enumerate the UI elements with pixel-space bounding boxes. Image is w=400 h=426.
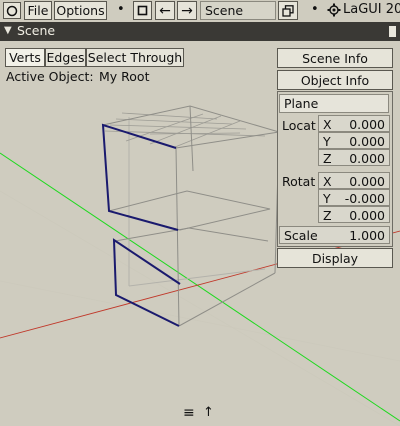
location-label: Locat (282, 118, 316, 133)
forward-arrow-icon[interactable]: → (177, 1, 197, 20)
scale-field[interactable]: Scale 1.000 (279, 226, 390, 244)
tab-verts[interactable]: Verts (5, 48, 45, 67)
rotation-x-field[interactable]: X 0.000 (318, 172, 390, 189)
collapse-triangle-icon[interactable]: ▼ (4, 25, 12, 36)
back-arrow-icon[interactable]: ← (155, 1, 175, 20)
mesh-back-edges (128, 117, 266, 287)
location-y-field[interactable]: Y 0.000 (318, 132, 390, 149)
options-menu-button[interactable]: Options (54, 1, 107, 20)
power-icon[interactable] (3, 2, 21, 19)
toolbar-separator-dot-2: • (311, 2, 319, 17)
app-title: LaGUI 2022 (343, 2, 400, 17)
rotation-label: Rotat (282, 174, 316, 189)
stop-icon[interactable] (133, 1, 152, 20)
location-x-field[interactable]: X 0.000 (318, 115, 390, 132)
scene-panel-header: ▼ Scene (0, 22, 400, 41)
file-menu-button[interactable]: File (24, 1, 52, 20)
location-z-field[interactable]: Z 0.000 (318, 149, 390, 166)
object-info-button[interactable]: Object Info (277, 70, 393, 90)
scene-selector-field[interactable]: Scene (200, 1, 276, 20)
menu-icon[interactable]: ≡ (183, 405, 195, 421)
panel-corner-marker (389, 26, 396, 37)
object-name-field[interactable]: Plane (279, 94, 389, 113)
tab-edges[interactable]: Edges (45, 48, 86, 67)
rotation-y-field[interactable]: Y -0.000 (318, 189, 390, 206)
tab-select-through[interactable]: Select Through (86, 48, 184, 67)
duplicate-window-icon[interactable] (278, 1, 298, 20)
toolbar-separator-dot: • (117, 2, 125, 17)
scene-info-button[interactable]: Scene Info (277, 48, 393, 68)
selected-edges (101, 123, 181, 327)
display-button[interactable]: Display (277, 248, 393, 268)
up-arrow-icon[interactable]: ↑ (203, 405, 214, 420)
active-object-value: My Root (99, 69, 150, 84)
rotation-z-field[interactable]: Z 0.000 (318, 206, 390, 223)
gear-icon (326, 2, 342, 18)
scene-panel-title: Scene (17, 23, 56, 38)
active-object-label: Active Object: (6, 69, 94, 84)
